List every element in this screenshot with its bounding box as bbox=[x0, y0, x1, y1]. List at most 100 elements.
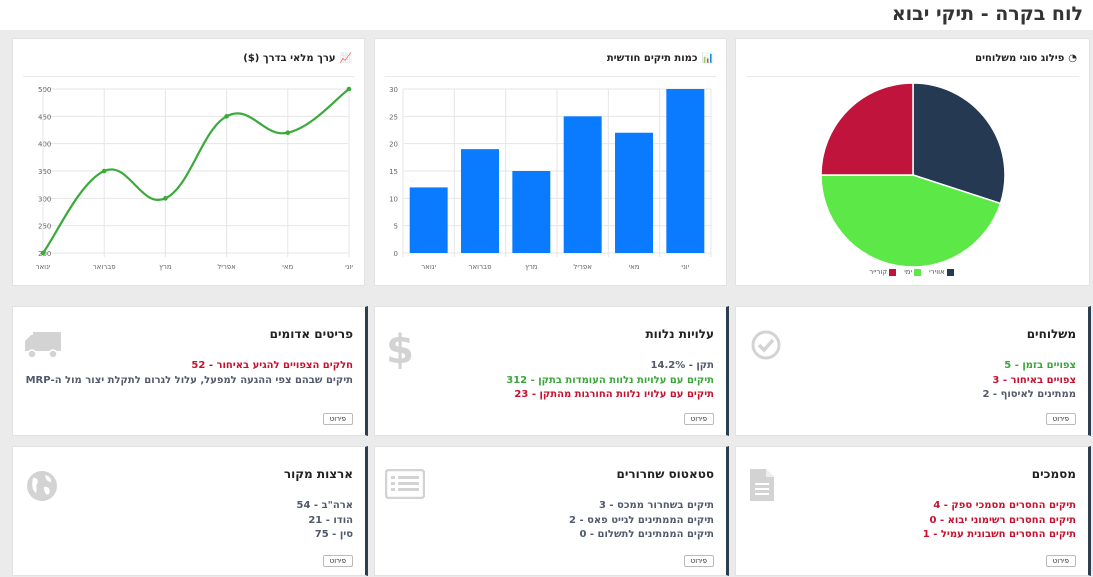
y-tick-label: 25 bbox=[389, 113, 398, 121]
data-point bbox=[40, 250, 46, 256]
bar bbox=[563, 116, 602, 253]
legend-item: קורייר bbox=[869, 268, 898, 276]
documents-import-lists: תיקים החסרים רשימוני יבוא - 0 bbox=[929, 514, 1077, 526]
x-tick-label: ינואר bbox=[36, 263, 51, 271]
shipments-title: משלוחים bbox=[1026, 327, 1076, 341]
release-details-button[interactable]: פירוט bbox=[683, 555, 714, 567]
shipments-details-button[interactable]: פירוט bbox=[1045, 413, 1076, 425]
legend-label: אווירי bbox=[929, 268, 945, 276]
origin-usa: ארה"ב - 54 bbox=[296, 500, 353, 511]
shipments-late: צפויים באיחור - 3 bbox=[992, 374, 1076, 386]
x-tick-label: יוני bbox=[345, 263, 353, 271]
legend-label: ימי bbox=[904, 268, 913, 276]
costs-title: עלויות נלוות bbox=[645, 327, 714, 341]
origin-countries-title: ארצות מקור bbox=[283, 467, 353, 481]
origin-countries-card: ארצות מקור ארה"ב - 54 הודו - 21 סין - 75… bbox=[12, 446, 368, 576]
bar bbox=[615, 132, 653, 253]
pie-chart bbox=[820, 82, 1006, 268]
costs-exceeding-standard: תיקים עם עלויו נלוות החורגות מהתקן - 23 bbox=[514, 389, 714, 400]
release-payment: תיקים הממתינים לתשלום - 0 bbox=[579, 529, 714, 540]
shipments-lines: צפויים בזמן - 5 צפויים באיחור - 3 ממתיני… bbox=[748, 359, 1076, 403]
origin-india: הודו - 21 bbox=[308, 514, 353, 526]
x-tick-label: מאי bbox=[629, 263, 640, 271]
legend-swatch bbox=[914, 268, 922, 276]
y-tick-label: 450 bbox=[38, 113, 51, 121]
y-tick-label: 300 bbox=[38, 195, 51, 203]
release-status-card: סטאטוס שחרורים תיקים בשחרור ממכס - 3 תיק… bbox=[374, 446, 729, 576]
x-tick-label: מרץ bbox=[525, 263, 538, 271]
data-point bbox=[346, 86, 352, 92]
documents-lines: תיקים החסרים מסמכי ספק - 4 תיקים החסרים … bbox=[748, 499, 1076, 543]
release-customs: תיקים בשחרור ממכס - 3 bbox=[598, 500, 714, 511]
x-tick-label: יוני bbox=[681, 263, 689, 271]
costs-card: עלויות נלוות תקן - 14.2% תיקים עם עלויות… bbox=[374, 306, 729, 436]
truck-icon bbox=[25, 332, 61, 359]
page-title: לוח בקרה - תיקי יבוא bbox=[891, 3, 1083, 25]
release-status-lines: תיקים בשחרור ממכס - 3 תיקים הממתינים לגי… bbox=[387, 499, 714, 543]
red-items-late-parts: חלקים הצפויים להגיע באיחור - 52 bbox=[191, 360, 353, 371]
y-tick-label: 20 bbox=[389, 141, 398, 149]
inventory-value-panel: 📈 ערך מלאי בדרך ($) 20025030035040045050… bbox=[12, 38, 365, 286]
documents-broker-invoice: תיקים החסרים חשבונית עמיל - 1 bbox=[922, 529, 1076, 540]
y-tick-label: 350 bbox=[38, 168, 51, 176]
shipment-types-panel: ◔ פילוג סוגי משלוחים אוויריימיקורייר bbox=[735, 38, 1090, 286]
shipments-card: משלוחים צפויים בזמן - 5 צפויים באיחור - … bbox=[735, 306, 1091, 436]
y-tick-label: 500 bbox=[38, 86, 51, 94]
bar-chart: 0 5 10 15 20 25 30 ינואר פברואר מרץ אפריל מאי יוני bbox=[389, 86, 712, 271]
data-point bbox=[101, 168, 107, 174]
origin-details-button[interactable]: פירוט bbox=[322, 555, 353, 567]
y-tick-label: 250 bbox=[38, 223, 51, 231]
document-icon bbox=[750, 469, 774, 501]
y-tick-label: 30 bbox=[389, 86, 398, 94]
pie-legend: אווירי ימי קורייר bbox=[736, 268, 1089, 276]
x-tick-label: פברואר bbox=[93, 263, 116, 271]
origin-countries-lines: ארה"ב - 54 הודו - 21 סין - 75 bbox=[25, 499, 353, 543]
costs-details-button[interactable]: פירוט bbox=[683, 413, 714, 425]
documents-supplier-docs: תיקים החסרים מסמכי ספק - 4 bbox=[933, 500, 1076, 511]
data-point bbox=[163, 196, 168, 201]
x-tick-label: מאי bbox=[282, 263, 293, 271]
globe-icon bbox=[27, 471, 57, 501]
legend-item: ימי bbox=[904, 268, 923, 276]
red-items-mrp-risk: תיקים שבהם צפי ההגעה למפעל, עלול לגרום ל… bbox=[25, 374, 353, 386]
documents-title: מסמכים bbox=[1031, 467, 1076, 481]
shipments-on-time: צפויים בזמן - 5 bbox=[1004, 360, 1076, 371]
red-items-card: פריטים אדומים חלקים הצפויים להגיע באיחור… bbox=[12, 306, 368, 436]
y-tick-label: 15 bbox=[389, 168, 398, 176]
shipments-awaiting-pickup: ממתינים לאיסוף - 2 bbox=[982, 389, 1076, 400]
y-tick-label: 5 bbox=[394, 223, 398, 231]
red-items-title: פריטים אדומים bbox=[269, 327, 353, 341]
x-tick-label: מרץ bbox=[159, 263, 172, 271]
bar bbox=[409, 187, 448, 253]
legend-label: קורייר bbox=[869, 268, 888, 276]
bar bbox=[512, 171, 551, 253]
red-items-lines: חלקים הצפויים להגיע באיחור - 52 תיקים שב… bbox=[25, 359, 353, 388]
y-tick-label: 0 bbox=[394, 250, 398, 258]
data-point bbox=[224, 114, 229, 119]
svg-text:$: $ bbox=[386, 327, 414, 369]
list-icon bbox=[385, 469, 425, 499]
x-tick-label: פברואר bbox=[469, 263, 492, 271]
release-status-title: סטאטוס שחרורים bbox=[616, 467, 714, 481]
costs-within-standard: תיקים עם עלויות נלוות העומדות בתקן - 312 bbox=[506, 374, 714, 386]
documents-details-button[interactable]: פירוט bbox=[1045, 555, 1076, 567]
x-tick-label: אפריל bbox=[217, 263, 236, 271]
dollar-icon: $ bbox=[386, 327, 414, 369]
red-items-details-button[interactable]: פירוט bbox=[322, 413, 353, 425]
x-tick-label: ינואר bbox=[421, 263, 436, 271]
costs-lines: תקן - 14.2% תיקים עם עלויות נלוות העומדו… bbox=[387, 359, 714, 403]
legend-swatch bbox=[889, 268, 897, 276]
bar bbox=[666, 89, 705, 253]
costs-standard: תקן - 14.2% bbox=[650, 360, 714, 371]
origin-china: סין - 75 bbox=[314, 529, 353, 540]
monthly-files-panel: 📊 כמות תיקים חודשית 0 5 10 15 20 25 30 ינואר פבר… bbox=[374, 38, 727, 286]
release-gate-pass: תיקים הממתינים לגייט פאס - 2 bbox=[569, 514, 714, 526]
data-point bbox=[285, 130, 291, 136]
legend-swatch bbox=[946, 268, 954, 276]
y-tick-label: 400 bbox=[38, 141, 51, 149]
x-tick-label: אפריל bbox=[573, 263, 592, 271]
bar bbox=[461, 149, 499, 253]
check-circle-icon bbox=[751, 330, 781, 360]
legend-item: אווירי bbox=[929, 268, 956, 276]
documents-card: מסמכים תיקים החסרים מסמכי ספק - 4 תיקים … bbox=[735, 446, 1091, 576]
